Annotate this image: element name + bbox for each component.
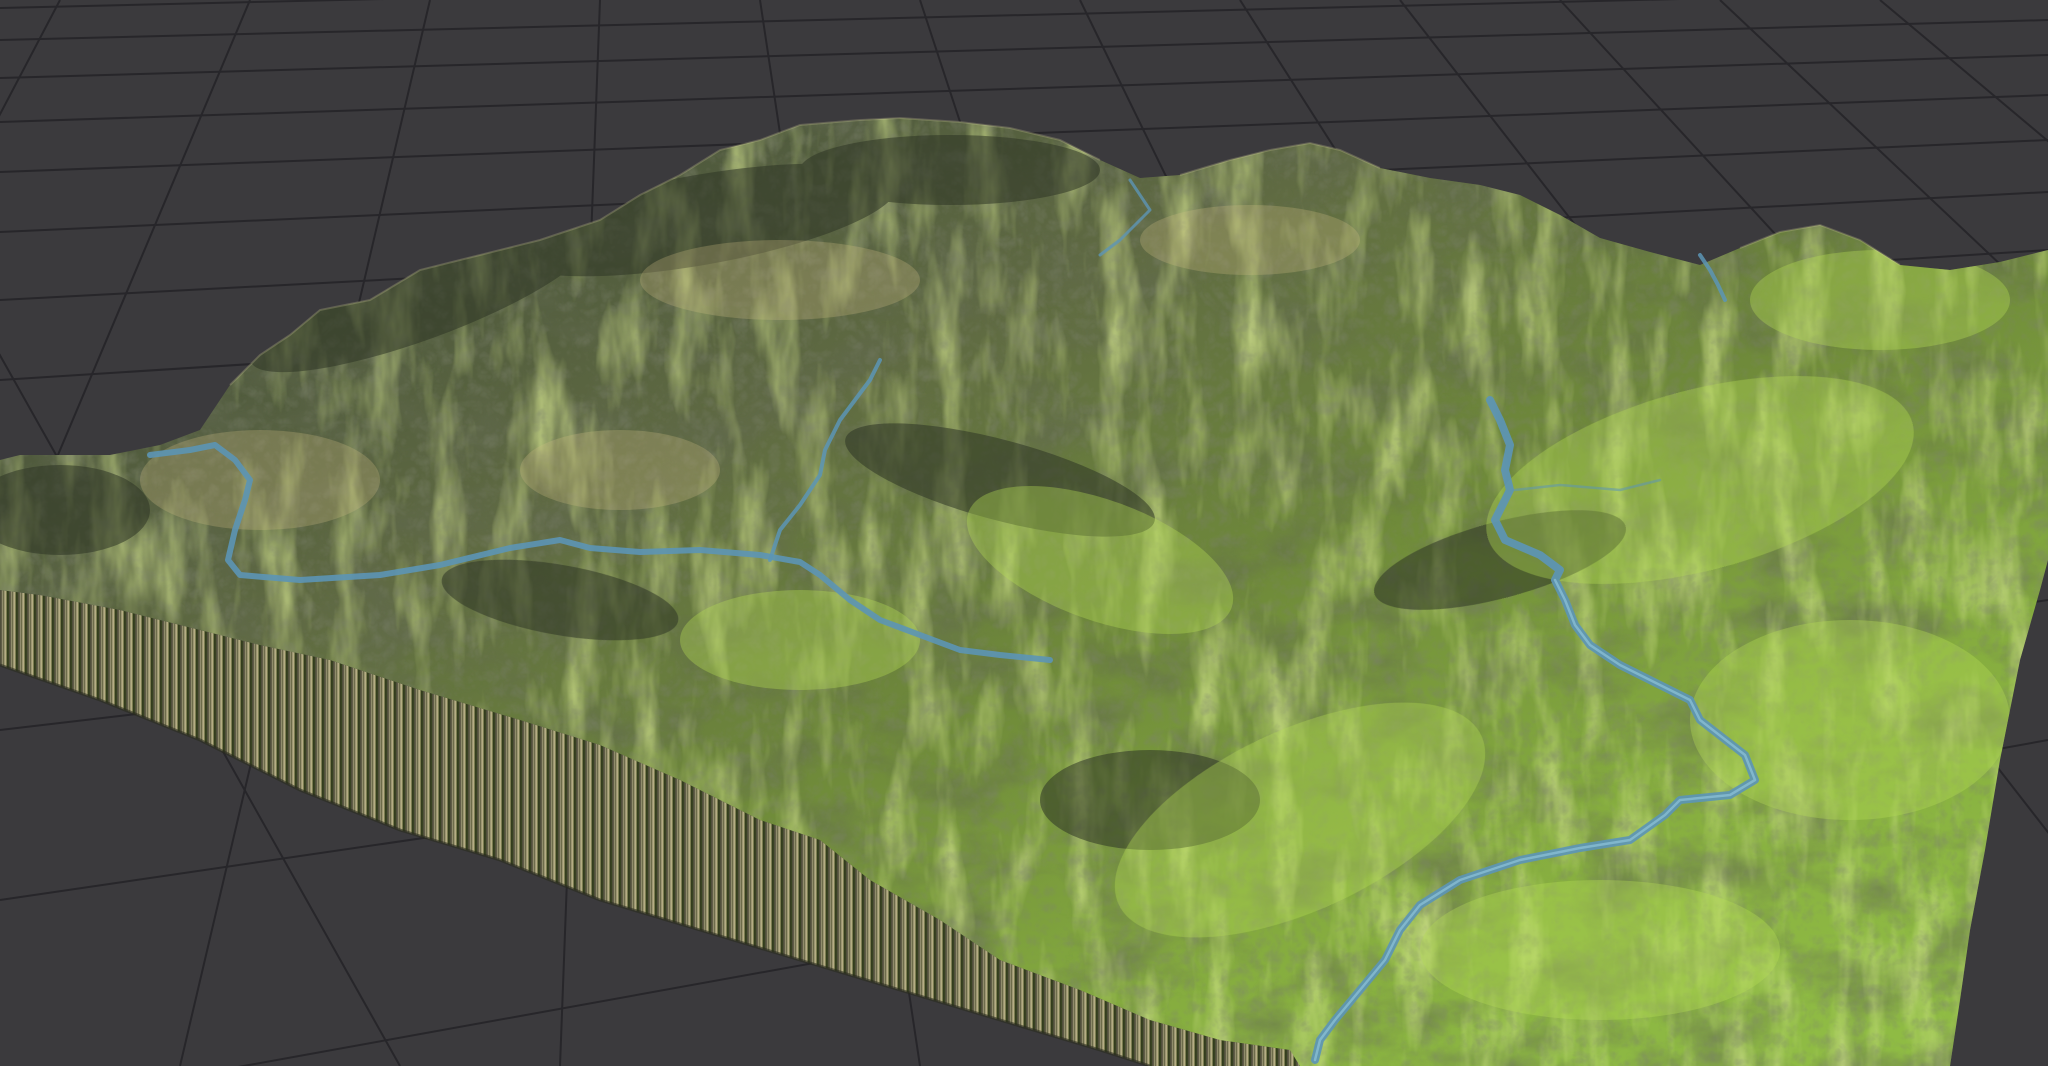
scene-viewport[interactable] [0, 0, 2048, 1066]
terrain-scene [0, 0, 2048, 1066]
